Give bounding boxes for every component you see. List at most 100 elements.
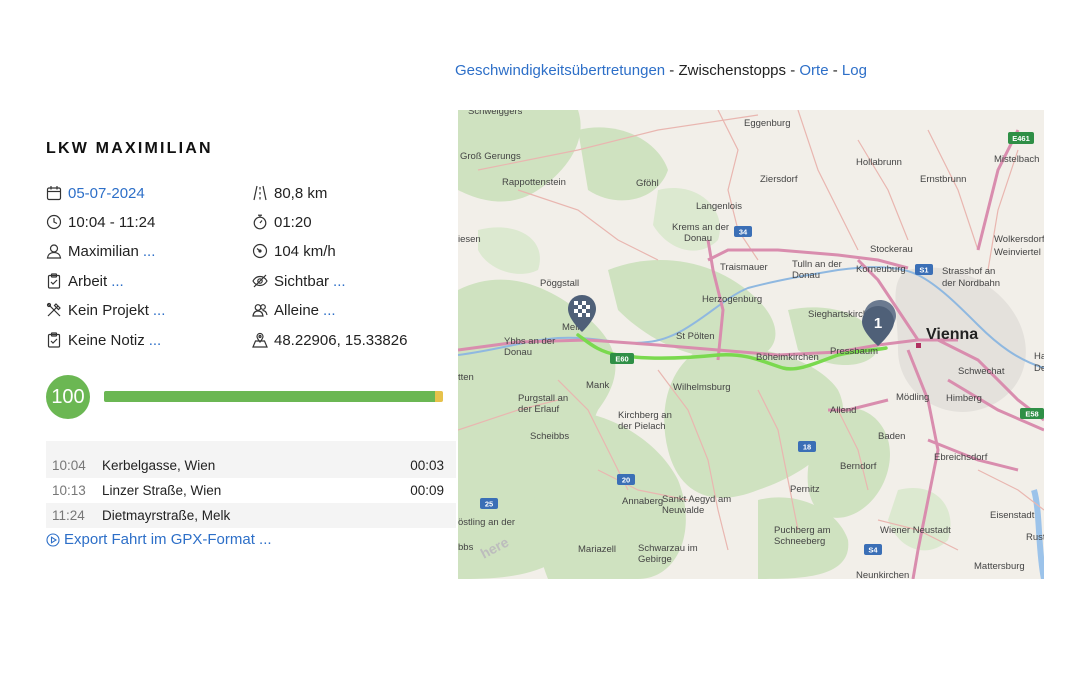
trip-passengers-row: Alleine ... [252, 300, 336, 320]
tab-log[interactable]: Log [842, 62, 867, 79]
map-place-label: Donau [504, 347, 532, 358]
stop-row[interactable]: 11:24 Dietmayrstraße, Melk [46, 503, 456, 528]
map-place-label: Ybbs an der [504, 336, 555, 347]
trip-visibility-row: Sichtbar ... [252, 271, 346, 291]
trip-note: Keine Notiz [68, 331, 145, 349]
driver-edit-link[interactable]: ... [143, 243, 156, 260]
trip-time-row: 10:04 - 11:24 [46, 212, 155, 232]
map-place-label: Weinviertel [994, 247, 1041, 258]
map-place-label: Pernitz [790, 484, 820, 495]
svg-text:20: 20 [622, 476, 630, 485]
note-clipboard-icon [46, 332, 62, 348]
map-place-label: Mariazell [578, 544, 616, 555]
map-place-label: iesen [458, 234, 481, 245]
tab-separator: - [832, 62, 838, 79]
map-place-label: Korneuburg [856, 264, 906, 275]
map-place-label: St Pölten [676, 331, 715, 342]
stop-time: 10:13 [52, 483, 86, 498]
map-place-label: östling an der [458, 517, 515, 528]
svg-text:E60: E60 [615, 355, 628, 364]
tab-stops[interactable]: Zwischenstopps [678, 62, 786, 79]
visibility-edit-link[interactable]: ... [333, 273, 346, 290]
road-shield-e60: E60 [610, 353, 634, 364]
stop-time: 10:04 [52, 458, 86, 473]
note-edit-link[interactable]: ... [149, 332, 162, 349]
location-map-icon [252, 332, 268, 348]
driving-score-bar [104, 391, 443, 402]
road-shield-20: 20 [617, 474, 635, 485]
map-place-label: Schwechat [958, 366, 1005, 377]
map-place-label: Himberg [946, 393, 982, 404]
trip-project: Kein Projekt [68, 301, 149, 319]
map-place-label: Wiener Neustadt [880, 525, 951, 536]
detail-tabs: Geschwindigkeitsübertretungen - Zwischen… [455, 62, 867, 79]
clock-icon [46, 214, 62, 230]
map-place-label: Ha [1034, 351, 1044, 362]
svg-text:34: 34 [739, 228, 748, 237]
map-place-label: Donau [684, 233, 712, 244]
map-place-label: Groß Gerungs [460, 151, 521, 162]
trip-duration-row: 01:20 [252, 212, 312, 232]
trip-distance-row: 80,8 km [252, 183, 327, 203]
users-icon [252, 302, 268, 318]
map-place-label: der Pielach [618, 421, 666, 432]
map-place-label: Pressbaum [830, 346, 878, 357]
svg-text:S4: S4 [868, 546, 878, 555]
map-place-label: Baden [878, 431, 905, 442]
map-place-label: Annaberg [622, 496, 663, 507]
svg-text:18: 18 [803, 443, 811, 452]
map-place-label: Pöggstall [540, 278, 579, 289]
passengers-edit-link[interactable]: ... [323, 302, 336, 319]
map-place-label: Böheimkirchen [756, 352, 819, 363]
map-place-label: Schweiggers [468, 110, 523, 117]
map-place-label: Donau [792, 270, 820, 281]
stopwatch-icon [252, 214, 268, 230]
trip-date-link[interactable]: 05-07-2024 [68, 185, 145, 202]
vienna-center-marker [916, 343, 921, 348]
map-place-label: Ebreichsdorf [934, 452, 988, 463]
map-place-label: der Nordbahn [942, 278, 1000, 289]
stops-table: 10:04 Kerbelgasse, Wien 00:03 10:13 Linzer S… [46, 441, 456, 528]
road-shield-18: 18 [798, 441, 816, 452]
project-edit-link[interactable]: ... [153, 302, 166, 319]
map-place-label: Neunkirchen [856, 570, 909, 579]
map-place-label: Eisenstadt [990, 510, 1035, 521]
map-place-label: De [1034, 363, 1044, 374]
map-place-label: Gföhl [636, 178, 659, 189]
trip-note-row: Keine Notiz ... [46, 330, 161, 350]
user-icon [46, 243, 62, 259]
map-place-label: Ernstbrunn [920, 174, 966, 185]
trip-max-speed: 104 km/h [274, 242, 336, 260]
trip-category: Arbeit [68, 272, 108, 290]
tools-icon [46, 302, 62, 318]
trip-passengers: Alleine [274, 301, 320, 319]
map-place-label: Rappottenstein [502, 177, 566, 188]
export-gpx-link[interactable]: Export Fahrt im GPX-Format ... [46, 531, 272, 548]
category-edit-link[interactable]: ... [111, 273, 124, 290]
map-city-vienna: Vienna [926, 326, 978, 343]
map-place-label: Wolkersdorf im [994, 234, 1044, 245]
stop-place: Kerbelgasse, Wien [102, 458, 216, 473]
trip-driver-row: Maximilian ... [46, 241, 155, 261]
map-place-label: Krems an der [672, 222, 729, 233]
trip-category-row: Arbeit ... [46, 271, 124, 291]
trip-date-row: 05-07-2024 [46, 183, 145, 203]
calendar-icon [46, 185, 62, 201]
trip-speed-row: 104 km/h [252, 241, 336, 261]
stop-row[interactable]: 10:04 Kerbelgasse, Wien 00:03 [46, 453, 456, 478]
map-place-label: Mank [586, 380, 609, 391]
stops-table-header [46, 441, 456, 453]
tab-speeding[interactable]: Geschwindigkeitsübertretungen [455, 62, 665, 79]
tab-places[interactable]: Orte [799, 62, 828, 79]
route-map[interactable]: E461 34 S1 E60 E58 18 20 25 S4 Schweigge… [458, 110, 1044, 579]
trip-title: LKW MAXIMILIAN [46, 140, 213, 157]
map-place-label: Wilhelmsburg [673, 382, 731, 393]
map-place-label: Stockerau [870, 244, 913, 255]
score-bar-green [104, 391, 435, 402]
trip-time-range: 10:04 - 11:24 [68, 213, 156, 231]
stop-duration: 00:03 [410, 458, 444, 473]
score-bar-yellow [434, 391, 443, 402]
stop-row[interactable]: 10:13 Linzer Straße, Wien 00:09 [46, 478, 456, 503]
map-place-label: Schwarzau im [638, 543, 698, 554]
map-place-label: tten [458, 372, 474, 383]
